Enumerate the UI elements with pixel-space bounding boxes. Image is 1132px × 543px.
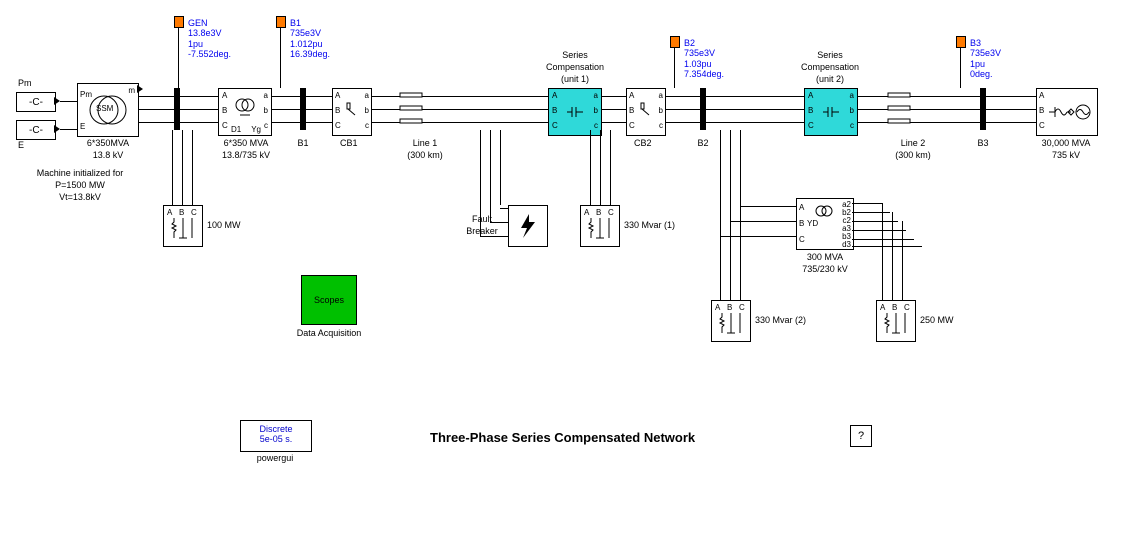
rlc-load-icon xyxy=(170,218,196,242)
b3-label: B3 xyxy=(973,138,993,148)
sc2-l3: (unit 2) xyxy=(785,74,875,84)
gen-meas: GEN 13.8e3V 1pu -7.552deg. xyxy=(188,18,231,59)
bus-gen xyxy=(174,88,180,130)
pg-label: powergui xyxy=(240,453,310,463)
machine-m-arrow xyxy=(137,85,143,93)
pm-value: -C- xyxy=(29,97,43,108)
machine-pm-port: Pm xyxy=(80,90,92,99)
series-comp-2[interactable]: A B C a b c xyxy=(804,88,858,136)
line2-name: Line 2 xyxy=(883,138,943,148)
gen-name: GEN xyxy=(188,18,231,28)
cb1-label: CB1 xyxy=(340,138,358,148)
load-330mvar-1[interactable]: A B C xyxy=(580,205,620,247)
b1-meas: B1 735e3V 1.012pu 16.39deg. xyxy=(290,18,330,59)
line1-len: (300 km) xyxy=(395,150,455,160)
scopes-subsystem[interactable]: Scopes xyxy=(301,275,357,325)
b2-probe-flag[interactable] xyxy=(670,36,680,48)
line1-name: Line 1 xyxy=(395,138,455,148)
load-250mw[interactable]: A B C xyxy=(876,300,916,342)
rlc-icon xyxy=(587,218,613,242)
source-icon xyxy=(1049,103,1093,121)
pm-top-label: Pm xyxy=(18,78,32,88)
bus-b3 xyxy=(980,88,986,130)
load100-label: 100 MW xyxy=(207,220,241,230)
sc2-l1: Series xyxy=(785,50,875,60)
grid-rating: 30,000 MVA xyxy=(1026,138,1106,148)
e-value: -C- xyxy=(29,125,43,136)
gen-probe-flag[interactable] xyxy=(174,16,184,28)
grid-source[interactable]: A B C xyxy=(1036,88,1098,136)
xfmr-icon xyxy=(815,203,833,219)
load-100mw[interactable]: A B C xyxy=(163,205,203,247)
b3-probe-flag[interactable] xyxy=(956,36,966,48)
bus-b1 xyxy=(300,88,306,130)
xfmr-icon xyxy=(234,95,256,127)
pm-constant[interactable]: -C- xyxy=(16,92,56,112)
fault-l1: Fault xyxy=(462,214,502,224)
pg-mode: Discrete xyxy=(241,424,311,434)
b3-meas: B3 735e3V 1pu 0deg. xyxy=(970,38,1001,79)
breaker-icon xyxy=(345,101,359,121)
mvar1-label: 330 Mvar (1) xyxy=(624,220,675,230)
load250-label: 250 MW xyxy=(920,315,954,325)
simulink-canvas: -C- -C- Pm E SSM Pm E m 6*350MVA 13.8 kV… xyxy=(0,0,1132,543)
line1-icon xyxy=(390,92,450,126)
sc1-l2: Compensation xyxy=(530,62,620,72)
lightning-icon xyxy=(517,214,539,238)
sc2-l2: Compensation xyxy=(785,62,875,72)
breaker-cb1[interactable]: A B C a b c xyxy=(332,88,372,136)
help-label: ? xyxy=(858,430,864,442)
transformer-300mva[interactable]: A B C a2 b2 c2 a3 b3 d3 YD xyxy=(796,198,854,250)
t1-voltage: 13.8/735 kV xyxy=(206,150,286,160)
machine-inner-label: SSM xyxy=(96,104,113,113)
t1-rating: 6*350 MVA xyxy=(206,138,286,148)
breaker-cb2[interactable]: A B C a b c xyxy=(626,88,666,136)
machine-init1: Machine initialized for xyxy=(20,168,140,178)
powergui-block[interactable]: Discrete 5e-05 s. xyxy=(240,420,312,452)
help-button[interactable]: ? xyxy=(850,425,872,447)
e-top-label: E xyxy=(18,140,24,150)
line2-icon xyxy=(878,92,938,126)
b2-label: B2 xyxy=(693,138,713,148)
mvar2-label: 330 Mvar (2) xyxy=(755,315,806,325)
load-330mvar-2[interactable]: A B C xyxy=(711,300,751,342)
machine-e-port: E xyxy=(80,122,85,131)
t300-voltage: 735/230 kV xyxy=(790,264,860,274)
b1-probe-flag[interactable] xyxy=(276,16,286,28)
fault-l2: Breaker xyxy=(460,226,504,236)
machine-init2: P=1500 MW xyxy=(20,180,140,190)
gen-probe-stem xyxy=(178,27,179,88)
bus-b2 xyxy=(700,88,706,130)
line2-len: (300 km) xyxy=(883,150,943,160)
scopes-under: Data Acquisition xyxy=(282,328,376,338)
e-constant[interactable]: -C- xyxy=(16,120,56,140)
gen-pu: 1pu xyxy=(188,39,231,49)
b1-label: B1 xyxy=(293,138,313,148)
breaker-icon xyxy=(639,101,653,121)
fault-breaker[interactable] xyxy=(508,205,548,247)
sc1-l1: Series xyxy=(530,50,620,60)
transformer-13p8-735[interactable]: A B C a b c D1 Yg xyxy=(218,88,272,136)
machine-m-port: m xyxy=(128,86,135,95)
b2-meas: B2 735e3V 1.03pu 7.354deg. xyxy=(684,38,724,79)
machine-rating: 6*350MVA xyxy=(68,138,148,148)
scopes-label: Scopes xyxy=(314,295,344,305)
rlc-icon xyxy=(883,313,909,337)
grid-voltage: 735 kV xyxy=(1026,150,1106,160)
sc1-l3: (unit 1) xyxy=(530,74,620,84)
synchronous-machine[interactable]: SSM Pm E m xyxy=(77,83,139,137)
t300-rating: 300 MVA xyxy=(790,252,860,262)
machine-init3: Vt=13.8kV xyxy=(20,192,140,202)
cb2-label: CB2 xyxy=(634,138,652,148)
series-comp-1[interactable]: A B C a b c xyxy=(548,88,602,136)
gen-deg: -7.552deg. xyxy=(188,49,231,59)
cap-icon xyxy=(823,105,839,119)
rlc-icon xyxy=(718,313,744,337)
cap-icon xyxy=(567,105,583,119)
gen-v: 13.8e3V xyxy=(188,28,231,38)
diagram-title: Three-Phase Series Compensated Network xyxy=(430,430,695,445)
pg-ts: 5e-05 s. xyxy=(241,434,311,444)
machine-voltage: 13.8 kV xyxy=(68,150,148,160)
